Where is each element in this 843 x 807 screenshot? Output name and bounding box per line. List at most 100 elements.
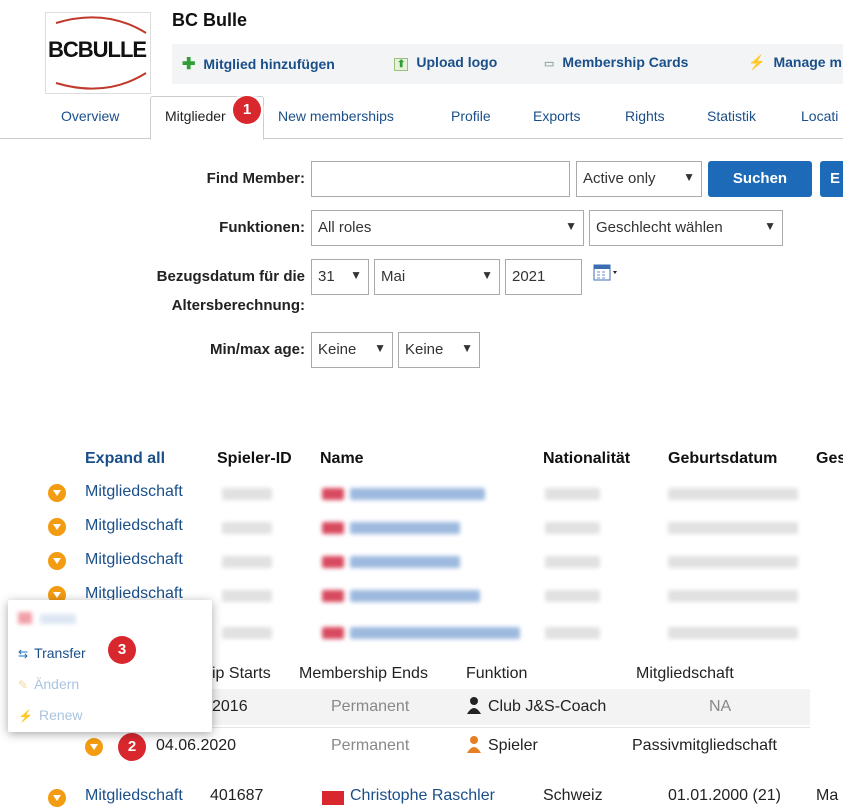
blurred-nationality	[545, 488, 600, 500]
col-gender[interactable]: Ges	[816, 450, 843, 468]
blurred-nationality	[545, 522, 600, 534]
gender-select[interactable]: Geschlecht wählen ▼	[589, 210, 783, 246]
functions-select-value: All roles	[318, 219, 372, 236]
blurred-menu-item	[40, 614, 76, 624]
membership-cards-label: Membership Cards	[562, 54, 689, 70]
menu-item-transfer[interactable]: ⇆ Transfer	[18, 645, 86, 661]
row-gender: Ma	[816, 787, 839, 804]
expand-row-icon[interactable]	[48, 484, 66, 502]
export-button[interactable]: E	[820, 161, 843, 197]
membership-function: Spieler	[488, 737, 538, 754]
find-member-label: Find Member:	[206, 170, 305, 187]
col-birthdate[interactable]: Geburtsdatum	[668, 450, 777, 468]
menu-item-renew-label: Renew	[38, 707, 83, 723]
blurred-flag	[322, 627, 344, 639]
calendar-dropdown-icon	[593, 264, 617, 281]
card-icon: ▭	[544, 58, 555, 70]
manage-button[interactable]: ⚡ Manage m	[748, 54, 842, 71]
person-icon	[467, 736, 481, 753]
menu-item-edit: ✎ Ändern	[18, 676, 79, 692]
tab-rights[interactable]: Rights	[625, 108, 665, 124]
chevron-down-icon: ▼	[565, 219, 577, 233]
calendar-icon[interactable]	[593, 264, 621, 286]
year-input[interactable]: 2021	[505, 259, 582, 295]
search-button[interactable]: Suchen	[708, 161, 812, 197]
row-membership-link[interactable]: Mitgliedschaft	[85, 551, 183, 569]
menu-item-edit-label: Ändern	[34, 676, 80, 692]
chevron-down-icon: ▼	[683, 170, 695, 184]
step-badge-3: 3	[108, 636, 136, 664]
col-nationality[interactable]: Nationalität	[543, 450, 630, 468]
membership-end: Permanent	[331, 698, 410, 715]
blurred-flag	[322, 590, 344, 602]
row-birthdate: 01.01.2000 (21)	[668, 787, 781, 804]
find-member-input[interactable]	[311, 161, 570, 197]
expand-row-icon[interactable]	[48, 552, 66, 570]
blurred-name	[350, 627, 520, 639]
day-select-value: 31	[318, 268, 335, 285]
row-membership-link[interactable]: Mitgliedschaft	[85, 517, 183, 535]
functions-select[interactable]: All roles ▼	[311, 210, 584, 246]
upload-logo-button[interactable]: ⬆ Upload logo	[394, 54, 497, 71]
month-select[interactable]: Mai ▼	[374, 259, 500, 295]
logo-text: BCBULLE	[48, 37, 147, 62]
reference-date-label-line2: Altersberechnung:	[171, 297, 305, 314]
lightning-icon: ⚡	[748, 54, 766, 70]
expand-row-icon[interactable]	[48, 518, 66, 536]
blurred-flag	[322, 522, 344, 534]
blurred-id	[222, 590, 272, 602]
row-membership-link[interactable]: Mitgliedschaft	[85, 585, 183, 601]
min-age-value: Keine	[318, 341, 357, 358]
coach-icon	[466, 696, 482, 719]
blurred-nationality	[545, 590, 600, 602]
row-membership-link[interactable]: Mitgliedschaft	[85, 483, 183, 501]
blurred-nationality	[545, 556, 600, 568]
expand-all-link[interactable]: Expand all	[85, 450, 165, 468]
col-name[interactable]: Name	[320, 450, 364, 468]
tab-profile[interactable]: Profile	[451, 108, 491, 124]
blurred-birthdate	[668, 627, 798, 639]
blurred-name	[350, 488, 485, 500]
status-select[interactable]: Active only ▼	[576, 161, 702, 197]
blurred-birthdate	[668, 488, 798, 500]
blurred-id	[222, 627, 272, 639]
expand-row-icon[interactable]	[48, 789, 66, 807]
row-nationality: Schweiz	[543, 787, 603, 804]
step-badge-2: 2	[118, 733, 146, 761]
flag-icon	[322, 791, 344, 805]
add-member-button[interactable]: ✚ Mitglied hinzufügen	[182, 54, 335, 74]
row-membership-link[interactable]: Mitgliedschaft	[85, 787, 183, 805]
min-age-select[interactable]: Keine ▼	[311, 332, 393, 368]
membership-end: Permanent	[331, 737, 410, 754]
membership-actions-icon[interactable]	[85, 738, 103, 756]
blurred-icon	[18, 612, 32, 624]
chevron-down-icon: ▼	[461, 341, 473, 355]
col-player-id[interactable]: Spieler-ID	[217, 450, 292, 468]
col-membership: Mitgliedschaft	[636, 665, 734, 682]
person-icon	[467, 697, 481, 714]
max-age-value: Keine	[405, 341, 444, 358]
max-age-select[interactable]: Keine ▼	[398, 332, 480, 368]
membership-cards-button[interactable]: ▭ Membership Cards	[544, 54, 688, 70]
tab-overview[interactable]: Overview	[61, 108, 119, 124]
tab-statistik[interactable]: Statistik	[707, 108, 756, 124]
tab-members[interactable]: Mitglieder	[165, 108, 226, 124]
add-member-label: Mitglied hinzufügen	[203, 56, 335, 72]
tab-exports[interactable]: Exports	[533, 108, 580, 124]
blurred-name	[350, 556, 460, 568]
month-select-value: Mai	[381, 268, 406, 285]
col-function: Funktion	[466, 665, 528, 682]
reference-date-label-line1: Bezugsdatum für die	[156, 268, 305, 285]
status-select-value: Active only	[583, 170, 656, 187]
membership-start: 2016	[212, 698, 248, 715]
chevron-down-icon: ▼	[350, 268, 362, 282]
blurred-flag	[322, 488, 344, 500]
day-select[interactable]: 31 ▼	[311, 259, 369, 295]
tab-new-memberships[interactable]: New memberships	[278, 108, 394, 124]
tab-locations[interactable]: Locati	[801, 108, 838, 124]
manage-label: Manage m	[773, 54, 842, 70]
row-name-link[interactable]: Christophe Raschler	[350, 787, 495, 805]
plus-icon: ✚	[182, 56, 196, 73]
blurred-id	[222, 488, 272, 500]
blurred-name	[350, 522, 460, 534]
